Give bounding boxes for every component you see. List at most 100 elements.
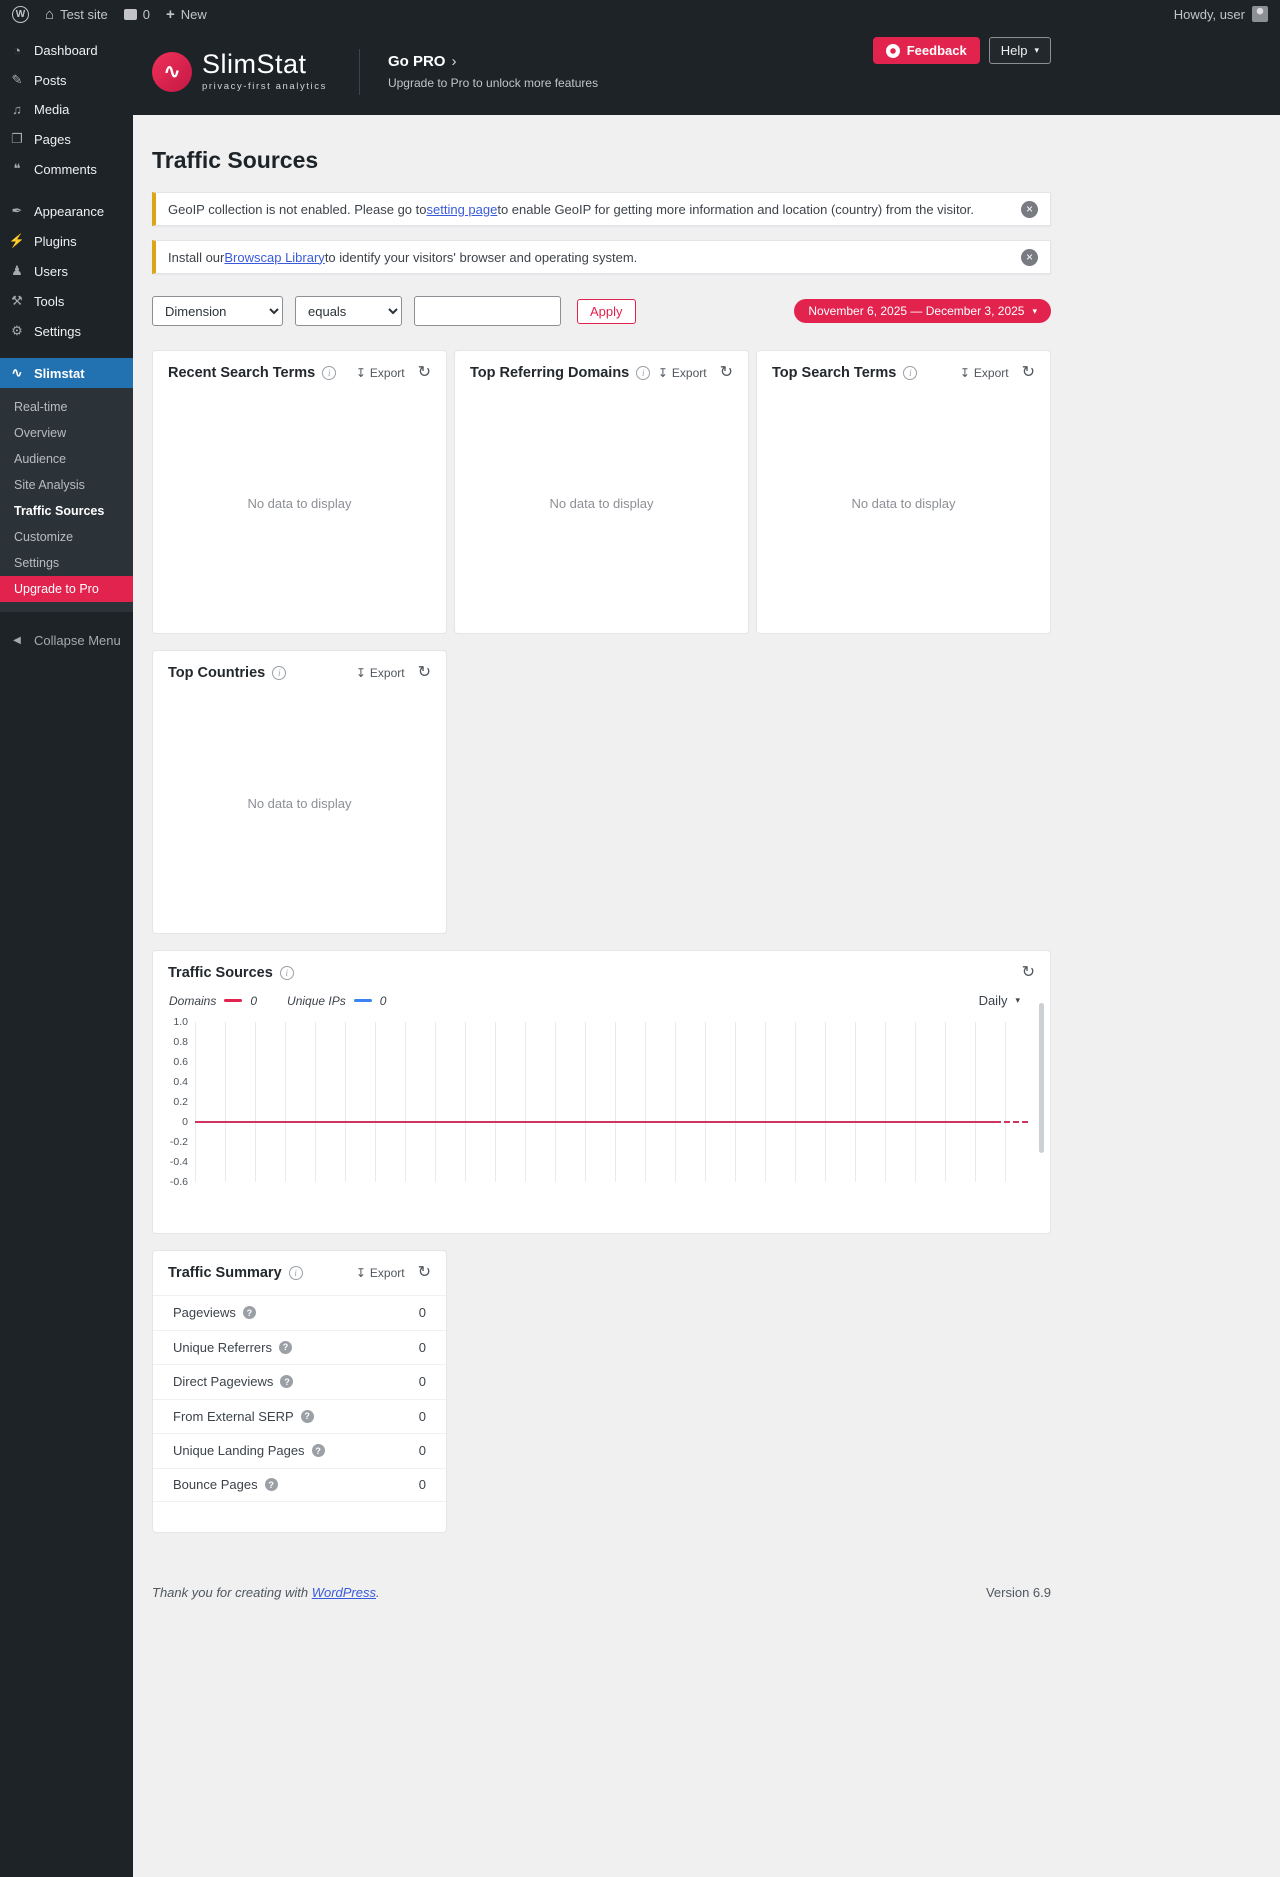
info-icon[interactable]: i — [279, 966, 294, 980]
sidebar-item-plugins[interactable]: ⚡ Plugins — [0, 226, 133, 256]
traffic-sources-chart-card: Traffic Sources i ↻ Domains 0 Unique IPs… — [152, 950, 1051, 1234]
export-button[interactable]: ↧ Export — [356, 666, 405, 680]
browscap-library-link[interactable]: Browscap Library — [224, 250, 324, 265]
sidebar-item-tools[interactable]: ⚒ Tools — [0, 286, 133, 316]
chart-scrollbar[interactable] — [1039, 1003, 1044, 1153]
date-range-button[interactable]: November 6, 2025 — December 3, 2025 ▾ — [794, 299, 1051, 323]
sidebar-item-comments[interactable]: ❝ Comments — [0, 154, 133, 184]
apply-button[interactable]: Apply — [577, 298, 636, 324]
sidebar-item-label: Users — [34, 263, 68, 279]
sidebar-item-audience[interactable]: Audience — [0, 446, 133, 472]
sidebar-item-real-time[interactable]: Real-time — [0, 394, 133, 420]
legend-unique-ips[interactable]: Unique IPs 0 — [287, 994, 386, 1008]
refresh-icon[interactable]: ↻ — [720, 365, 733, 381]
dismiss-notice-icon[interactable]: × — [1021, 248, 1038, 266]
help-tooltip-icon[interactable]: ? — [311, 1444, 325, 1458]
refresh-icon[interactable]: ↻ — [418, 1265, 431, 1281]
sidebar-item-site-analysis[interactable]: Site Analysis — [0, 472, 133, 498]
card-title: Traffic Sources — [168, 965, 273, 981]
y-tick: 0 — [182, 1116, 188, 1128]
sidebar-item-pages[interactable]: ❐ Pages — [0, 124, 133, 154]
wordpress-logo-icon: W — [12, 5, 29, 23]
sidebar-item-label: Pages — [34, 131, 71, 147]
new-content-link[interactable]: + New — [166, 7, 207, 22]
comments-link[interactable]: 0 — [123, 7, 150, 22]
help-tooltip-icon[interactable]: ? — [279, 1340, 292, 1354]
y-tick: -0.6 — [169, 1176, 188, 1188]
export-button[interactable]: ↧ Export — [356, 366, 405, 380]
avatar — [1252, 6, 1268, 22]
export-button[interactable]: ↧ Export — [356, 1266, 405, 1280]
sidebar-item-users[interactable]: ♟ Users — [0, 256, 133, 286]
sidebar-item-dashboard[interactable]: ◔ Dashboard — [0, 36, 133, 65]
account-menu[interactable]: Howdy, user — [1174, 6, 1268, 22]
wordpress-menu[interactable]: W — [12, 5, 29, 23]
chevron-right-icon: › — [451, 53, 457, 70]
sidebar-item-overview[interactable]: Overview — [0, 420, 133, 446]
wordpress-link[interactable]: WordPress — [312, 1585, 376, 1600]
feedback-button[interactable]: Feedback — [872, 37, 980, 64]
export-label: Export — [369, 366, 405, 380]
chevron-down-icon: ▾ — [1034, 45, 1039, 55]
help-button[interactable]: Help ▾ — [988, 37, 1051, 64]
sidebar-item-appearance[interactable]: ✒ Appearance — [0, 196, 133, 226]
domains-series-line — [195, 1121, 995, 1123]
export-button[interactable]: ↧ Export — [658, 366, 707, 380]
interval-select[interactable]: Daily ▾ — [979, 993, 1034, 1008]
refresh-icon[interactable]: ↻ — [1022, 965, 1035, 981]
info-icon[interactable]: i — [322, 366, 337, 380]
sidebar-item-media[interactable]: ♫ Media — [0, 95, 133, 124]
sidebar-item-slimstat[interactable]: ∿ Slimstat — [0, 358, 133, 388]
legend-domains[interactable]: Domains 0 — [169, 994, 257, 1008]
info-icon[interactable]: i — [636, 366, 651, 380]
operator-select[interactable]: equals — [295, 296, 402, 326]
site-name-link[interactable]: ⌂ Test site — [45, 7, 108, 22]
summary-value: 0 — [418, 1408, 426, 1424]
chart-y-axis: 1.0 0.8 0.6 0.4 0.2 0 -0.2 -0.4 -0.6 — [165, 1016, 195, 1188]
sidebar-item-settings[interactable]: ⚙ Settings — [0, 316, 133, 346]
plugins-icon: ⚡ — [8, 233, 26, 248]
summary-label: Unique Landing Pages — [173, 1443, 305, 1459]
empty-message: No data to display — [247, 795, 352, 811]
footer-thanks-text: . — [376, 1585, 380, 1600]
summary-value: 0 — [418, 1339, 426, 1355]
sidebar-item-traffic-sources[interactable]: Traffic Sources — [0, 498, 133, 524]
card-title: Recent Search Terms — [168, 365, 316, 381]
refresh-icon[interactable]: ↻ — [1022, 365, 1035, 381]
summary-label: From External SERP — [173, 1408, 294, 1424]
brand-text: SlimStat privacy-first analytics — [202, 51, 327, 93]
sidebar-item-slimstat-settings[interactable]: Settings — [0, 550, 133, 576]
dismiss-notice-icon[interactable]: × — [1021, 200, 1038, 218]
sidebar-item-customize[interactable]: Customize — [0, 524, 133, 550]
collapse-menu-button[interactable]: ◀ Collapse Menu — [0, 626, 133, 655]
help-tooltip-icon[interactable]: ? — [300, 1409, 314, 1423]
plus-icon: + — [165, 5, 175, 23]
go-pro-link[interactable]: Go PRO › Upgrade to Pro to unlock more f… — [388, 53, 598, 90]
summary-label: Bounce Pages — [173, 1477, 258, 1493]
chart-legend: Domains 0 Unique IPs 0 Daily ▾ — [153, 991, 1050, 1008]
info-icon[interactable]: i — [272, 666, 287, 680]
menu-separator — [0, 184, 133, 196]
dimension-select[interactable]: Dimension — [152, 296, 283, 326]
info-icon[interactable]: i — [903, 366, 918, 380]
sidebar-item-upgrade-to-pro[interactable]: Upgrade to Pro — [0, 576, 133, 602]
info-icon[interactable]: i — [288, 1266, 303, 1280]
setting-page-link[interactable]: setting page — [427, 202, 498, 217]
help-tooltip-icon[interactable]: ? — [264, 1478, 278, 1492]
card-title: Top Search Terms — [772, 365, 897, 381]
top-referring-domains-card: Top Referring Domains i ↧ Export ↻ No da… — [454, 350, 749, 634]
refresh-icon[interactable]: ↻ — [418, 665, 431, 681]
refresh-icon[interactable]: ↻ — [418, 365, 431, 381]
site-name-label: Test site — [60, 6, 108, 22]
line-chart: 1.0 0.8 0.6 0.4 0.2 0 -0.2 -0.4 -0.6 — [165, 1016, 1028, 1188]
sidebar-item-posts[interactable]: ✎ Posts — [0, 65, 133, 95]
help-tooltip-icon[interactable]: ? — [280, 1375, 294, 1389]
filter-value-input[interactable] — [414, 296, 561, 326]
summary-label: Direct Pageviews — [173, 1374, 274, 1390]
summary-row-pageviews: Pageviews ? 0 — [153, 1295, 446, 1330]
home-icon: ⌂ — [45, 5, 55, 23]
export-button[interactable]: ↧ Export — [960, 366, 1009, 380]
help-tooltip-icon[interactable]: ? — [242, 1306, 256, 1320]
pages-icon: ❐ — [11, 131, 23, 146]
brand-tagline: privacy-first analytics — [202, 81, 327, 92]
